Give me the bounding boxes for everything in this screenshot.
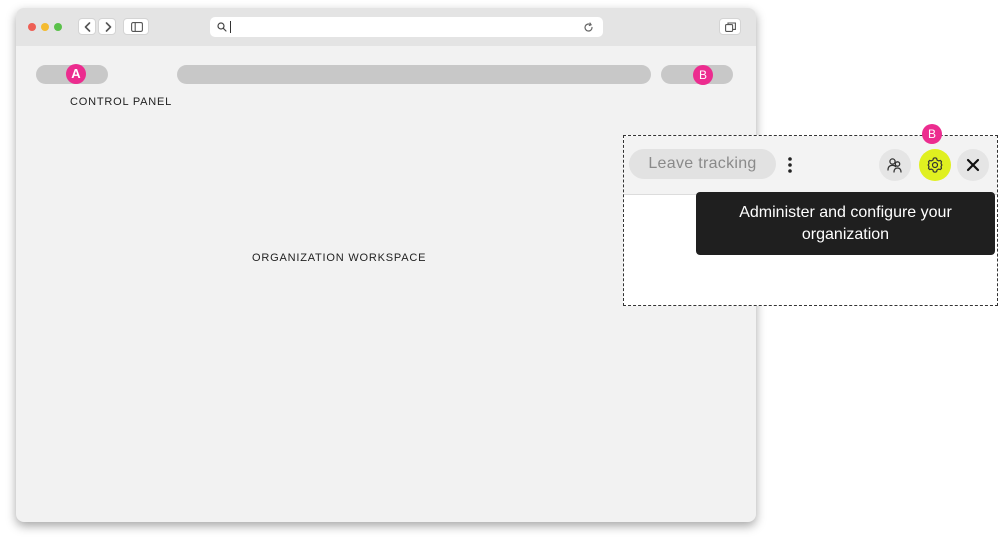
address-bar[interactable] [210, 17, 603, 37]
maximize-window-button[interactable] [54, 23, 62, 31]
search-icon [217, 22, 227, 32]
tooltip-text: Administer and configure your organizati… [739, 203, 952, 243]
tabs-overview-icon [725, 22, 736, 32]
marker-a: A [66, 64, 86, 84]
control-panel-label: CONTROL PANEL [70, 96, 173, 108]
sidebar-toggle-button[interactable] [123, 18, 149, 35]
close-icon [966, 158, 980, 172]
organization-settings-button[interactable] [919, 149, 951, 181]
chevron-left-icon [84, 22, 91, 32]
text-caret [230, 21, 231, 33]
sidebar-icon [131, 22, 143, 32]
leave-tracking-button[interactable]: Leave tracking [629, 149, 776, 179]
people-icon [887, 158, 902, 173]
callout-marker-b: B [922, 124, 942, 144]
minimize-window-button[interactable] [41, 23, 49, 31]
reload-icon[interactable] [583, 22, 594, 33]
forward-button[interactable] [98, 18, 116, 35]
people-button[interactable] [879, 149, 911, 181]
marker-b: B [693, 65, 713, 85]
more-vertical-icon[interactable] [787, 156, 793, 174]
zoom-callout: Leave tracking Administer and configure … [623, 135, 998, 306]
settings-gear-icon [927, 157, 943, 173]
close-window-button[interactable] [28, 23, 36, 31]
browser-titlebar [16, 8, 756, 46]
header-placeholder [177, 65, 651, 84]
organization-workspace-label: ORGANIZATION WORKSPACE [252, 252, 427, 264]
chevron-right-icon [105, 22, 112, 32]
back-button[interactable] [78, 18, 96, 35]
url-input[interactable] [234, 20, 564, 34]
close-button[interactable] [957, 149, 989, 181]
settings-tooltip: Administer and configure your organizati… [696, 192, 995, 255]
toolbar-detail: Leave tracking [624, 136, 997, 195]
tabs-overview-button[interactable] [719, 18, 741, 35]
